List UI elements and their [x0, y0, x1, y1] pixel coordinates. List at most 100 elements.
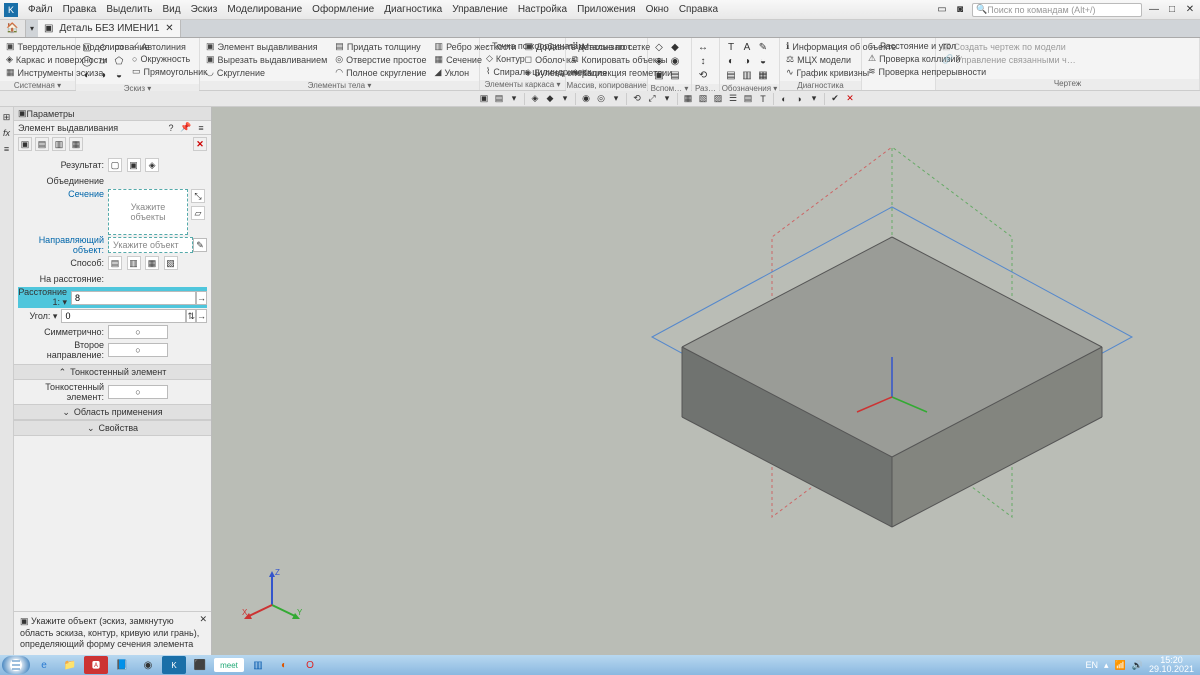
second-dir-toggle[interactable]: ○ — [108, 343, 168, 357]
tb-icon[interactable]: ▣ — [477, 92, 491, 106]
start-button[interactable] — [2, 656, 30, 674]
app-icon[interactable]: ⬛ — [188, 656, 212, 674]
autoline-button[interactable]: ⟋ Автолиния — [130, 40, 209, 53]
tb-icon[interactable]: ▦ — [681, 92, 695, 106]
tb-icon[interactable]: ⤢ — [645, 92, 659, 106]
ann-icon[interactable]: ▤ — [724, 68, 738, 82]
system-clock[interactable]: 15:20 29.10.2021 — [1149, 656, 1194, 674]
aux-icon[interactable]: ▣ — [652, 68, 666, 82]
kompas-icon[interactable]: K — [162, 656, 186, 674]
maximize-button[interactable]: □ — [1166, 4, 1178, 16]
ribbon-group-body[interactable]: Элементы тела ▾ — [200, 81, 479, 90]
create-drawing-button[interactable]: ▤ Создать чертеж по модели — [940, 40, 1078, 53]
tb-icon[interactable]: ▾ — [609, 92, 623, 106]
add-icon[interactable]: ⤡ — [191, 189, 205, 203]
result-opt-icon[interactable]: ▣ — [127, 158, 141, 172]
dim-icon[interactable]: ↕ — [696, 54, 710, 68]
hole-button[interactable]: ◎ Отверстие простое — [333, 53, 428, 66]
tb-icon[interactable]: ☰ — [726, 92, 740, 106]
menu-help[interactable]: Справка — [679, 4, 718, 15]
tb-icon[interactable]: ◉ — [579, 92, 593, 106]
panel-close-icon[interactable]: ✕ — [193, 137, 207, 151]
sk-icon[interactable]: ⬠ — [112, 54, 126, 68]
menu-view[interactable]: Вид — [163, 4, 181, 15]
dir-arrow-icon[interactable]: → — [196, 291, 207, 305]
app-icon[interactable]: ◐ — [272, 656, 296, 674]
sk-icon[interactable]: ▭ — [112, 40, 126, 54]
tb-icon[interactable]: ▤ — [492, 92, 506, 106]
tb-icon[interactable]: ▧ — [696, 92, 710, 106]
menu-edit[interactable]: Правка — [63, 4, 97, 15]
menu-window[interactable]: Окно — [646, 4, 669, 15]
ann-icon[interactable]: ◒ — [756, 54, 770, 68]
symmetric-toggle[interactable]: ○ — [108, 325, 168, 339]
fillet-button[interactable]: ◡ Скругление — [204, 66, 329, 79]
menu-icon[interactable]: ≡ — [195, 122, 207, 134]
objects-selector[interactable]: Укажите объекты — [108, 189, 188, 235]
mode-icon[interactable]: ▦ — [69, 137, 83, 151]
tb-icon[interactable]: ◆ — [543, 92, 557, 106]
distance-label[interactable]: Расстояние 1: ▾ — [18, 287, 71, 308]
ann-icon[interactable]: ◑ — [740, 54, 754, 68]
method-icon[interactable]: ▤ — [108, 256, 122, 270]
menu-modeling[interactable]: Моделирование — [227, 4, 302, 15]
tb-icon[interactable]: ◑ — [792, 92, 806, 106]
tb-icon[interactable]: ▨ — [711, 92, 725, 106]
ann-icon[interactable]: ◐ — [724, 54, 738, 68]
opera-icon[interactable]: O — [298, 656, 322, 674]
full-fillet-button[interactable]: ◠ Полное скругление — [333, 66, 428, 79]
layout-icon[interactable]: ▭ — [936, 4, 948, 16]
props-section-header[interactable]: ⌄Свойства — [14, 420, 211, 436]
rect-button[interactable]: ▭ Прямоугольник — [130, 65, 209, 78]
aux-icon[interactable]: ◇ — [652, 40, 666, 54]
dim-icon[interactable]: ↔ — [696, 40, 710, 54]
camera-icon[interactable]: ◙ — [954, 4, 966, 16]
aux-icon[interactable]: ▤ — [668, 68, 682, 82]
home-dropdown[interactable]: ▾ — [26, 20, 38, 37]
ann-icon[interactable]: A — [740, 40, 754, 54]
aux-icon[interactable]: ◉ — [668, 54, 682, 68]
chrome-icon[interactable]: ◉ — [136, 656, 160, 674]
aux-icon[interactable]: ◈ — [652, 54, 666, 68]
mode-icon[interactable]: ▥ — [52, 137, 66, 151]
ann-icon[interactable]: ✎ — [756, 40, 770, 54]
thin-toggle[interactable]: ○ — [108, 385, 168, 399]
close-button[interactable]: ✕ — [1184, 4, 1196, 16]
angle-input[interactable] — [61, 309, 186, 323]
ie-icon[interactable]: e — [32, 656, 56, 674]
tb-icon[interactable]: ▤ — [741, 92, 755, 106]
menu-file[interactable]: Файл — [28, 4, 53, 15]
network-icon[interactable]: 📶 — [1115, 660, 1126, 671]
fx-icon[interactable]: fx — [1, 127, 13, 139]
ribbon-group-drawing[interactable]: Чертеж — [936, 79, 1199, 90]
ann-icon[interactable]: ▥ — [740, 68, 754, 82]
thicken-button[interactable]: ▤ Придать толщину — [333, 40, 428, 53]
tb-icon[interactable]: ◐ — [777, 92, 791, 106]
tb-icon[interactable]: ◎ — [594, 92, 608, 106]
sk-icon[interactable]: ◯ — [80, 54, 94, 68]
pin-icon[interactable]: 📌 — [180, 122, 192, 134]
method-icon[interactable]: ▧ — [164, 256, 178, 270]
angle-stepper-icon[interactable]: ⇅ — [186, 309, 196, 323]
mode-icon[interactable]: ▤ — [35, 137, 49, 151]
manage-links-button[interactable]: 🔗 Управление связанными ч… — [940, 53, 1078, 66]
command-search-input[interactable]: 🔍 Поиск по командам (Alt+/) — [972, 3, 1142, 17]
sk-icon[interactable]: ▱ — [96, 54, 110, 68]
tb-icon[interactable]: ⟲ — [630, 92, 644, 106]
sk-icon[interactable]: ◒ — [112, 68, 126, 82]
result-opt-icon[interactable]: ▢ — [108, 158, 122, 172]
tb-icon[interactable]: ▾ — [507, 92, 521, 106]
direction-selector[interactable]: Укажите объект — [108, 237, 193, 253]
method-icon[interactable]: ▥ — [127, 256, 141, 270]
section-link[interactable]: Сечение — [18, 189, 108, 199]
cut-extrude-button[interactable]: ▣ Вырезать выдавливанием — [204, 53, 329, 66]
menu-mgmt[interactable]: Управление — [452, 4, 508, 15]
volume-icon[interactable]: 🔊 — [1132, 660, 1143, 671]
angle-label[interactable]: Угол: ▾ — [18, 311, 61, 322]
meet-app-icon[interactable]: meet — [214, 658, 244, 672]
dim-icon[interactable]: ⟲ — [696, 68, 710, 82]
tb-icon[interactable]: ✔ — [828, 92, 842, 106]
layers-icon[interactable]: ≡ — [1, 143, 13, 155]
sk-icon[interactable]: ◑ — [96, 68, 110, 82]
app-icon[interactable]: ▥ — [246, 656, 270, 674]
